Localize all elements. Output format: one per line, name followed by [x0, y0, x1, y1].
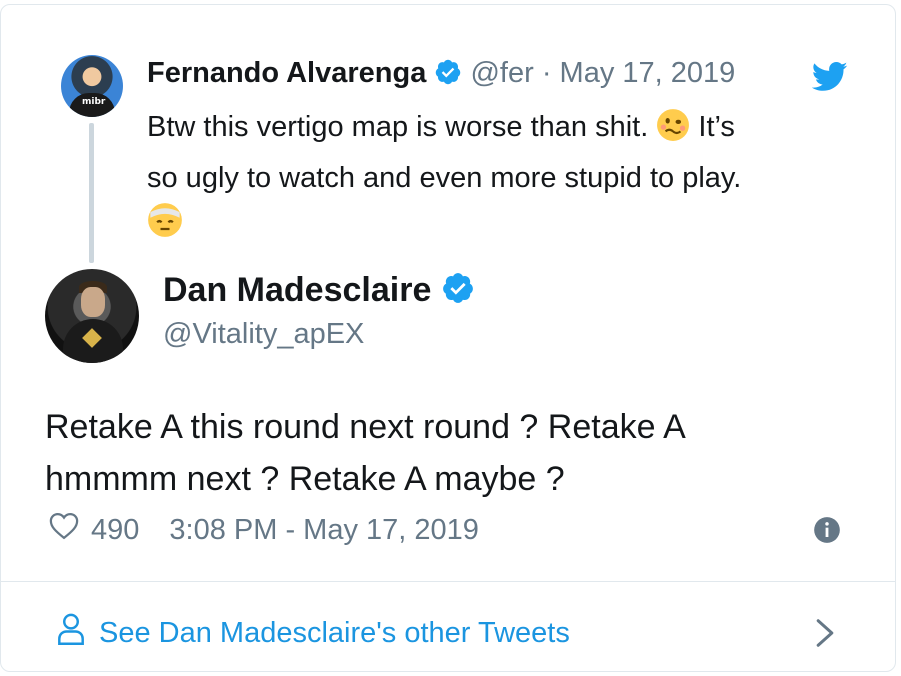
- main-tweet-text: Retake A this round next round ? Retake …: [45, 408, 684, 498]
- woozy-face-emoji: [656, 108, 690, 156]
- avatar-face: [81, 287, 105, 317]
- parent-author-name[interactable]: Fernando Alvarenga: [147, 57, 426, 89]
- parent-tweet-text: Btw this vertigo map is worse than shit.…: [147, 105, 837, 252]
- see-other-tweets-link[interactable]: See Dan Madesclaire's other Tweets: [57, 613, 570, 653]
- see-other-tweets-label[interactable]: See Dan Madesclaire's other Tweets: [99, 617, 570, 650]
- parent-text-line1: Btw this vertigo map is worse than shit.: [147, 111, 649, 143]
- like-count[interactable]: 490: [91, 514, 139, 547]
- parent-author-avatar[interactable]: mibr: [61, 55, 123, 117]
- bandaged-face-emoji: [147, 202, 183, 252]
- tweet-meta-row: 490 3:08 PM - May 17, 2019: [49, 512, 479, 548]
- parent-author-handle[interactable]: @fer: [470, 57, 533, 89]
- footer-divider: [1, 581, 895, 582]
- main-author-handle[interactable]: @Vitality_apEX: [163, 318, 364, 351]
- parent-text-line2: so ugly to watch and even more stupid to…: [147, 162, 742, 194]
- thread-connector-line: [89, 123, 94, 263]
- main-author-name-row: Dan Madesclaire: [163, 271, 475, 314]
- verified-badge-icon: [434, 58, 462, 94]
- info-icon[interactable]: [813, 516, 841, 549]
- tweet-timestamp[interactable]: 3:08 PM - May 17, 2019: [169, 514, 479, 547]
- twitter-bird-icon[interactable]: [811, 62, 848, 97]
- verified-badge-icon: [441, 271, 475, 314]
- chevron-right-icon[interactable]: [815, 618, 835, 653]
- parent-tweet-header: Fernando Alvarenga @fer · May 17, 2019: [147, 57, 735, 94]
- person-icon: [57, 613, 85, 653]
- main-author-avatar[interactable]: [45, 269, 139, 363]
- main-author-name[interactable]: Dan Madesclaire: [163, 271, 431, 309]
- parent-text-line1-end: It’s: [698, 111, 735, 143]
- parent-tweet-date[interactable]: May 17, 2019: [560, 57, 736, 89]
- heart-icon[interactable]: [49, 512, 79, 548]
- separator-dot: ·: [541, 57, 552, 89]
- avatar-shirt-logo: mibr: [82, 97, 106, 107]
- embedded-tweet-card: mibr Fernando Alvarenga @fer · May 17, 2…: [0, 4, 896, 672]
